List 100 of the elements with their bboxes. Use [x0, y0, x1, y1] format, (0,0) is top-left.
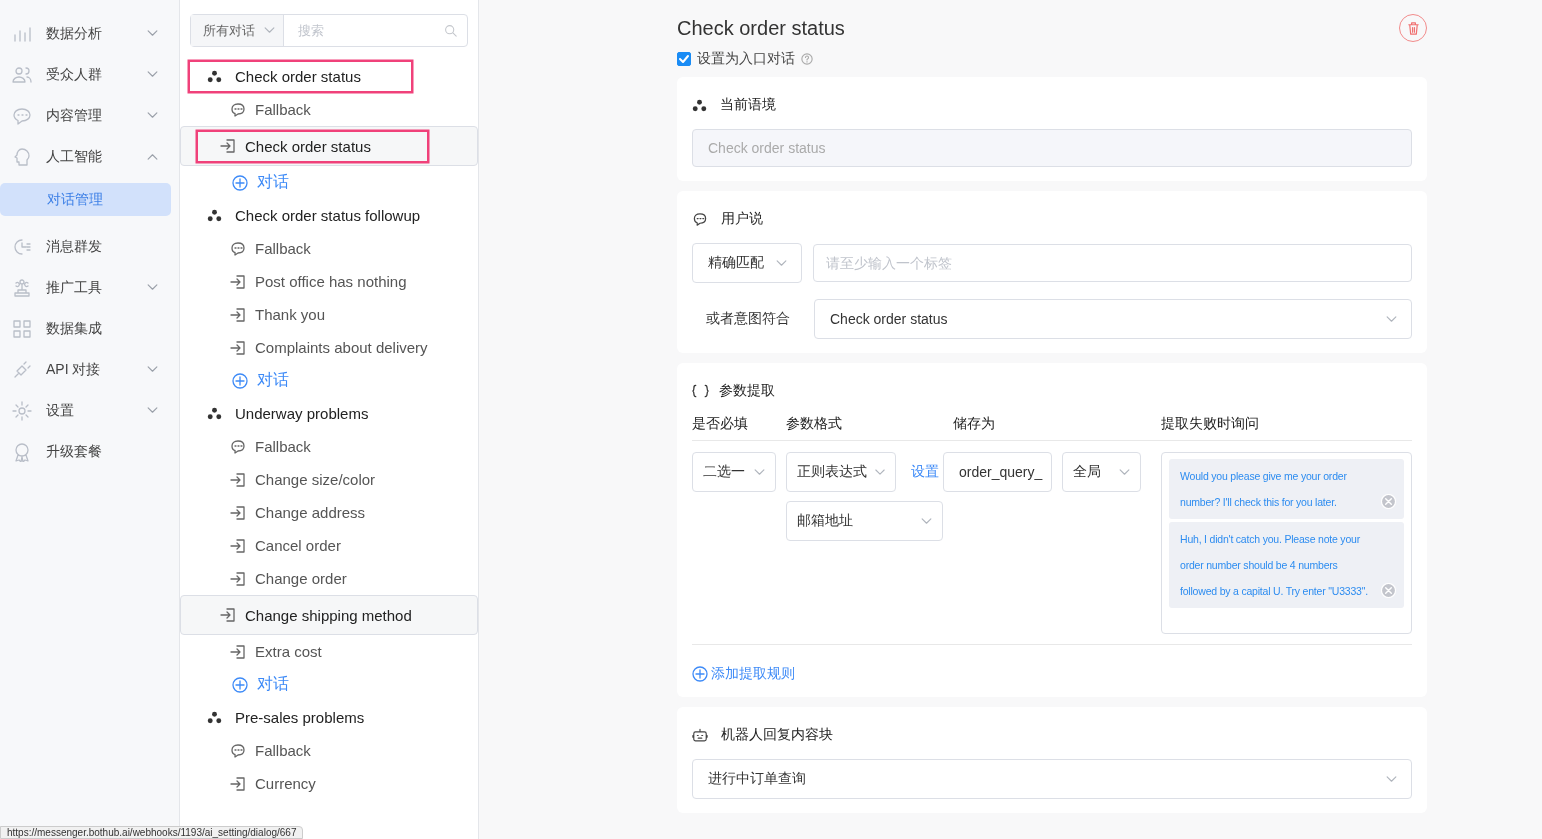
context-field: Check order status [692, 129, 1412, 167]
column-header: 储存为 [953, 415, 996, 433]
enter-icon [230, 471, 246, 488]
dialog-item[interactable]: Change size/color [206, 463, 439, 496]
scope-dropdown[interactable]: 全局 [1062, 452, 1141, 492]
chevron-icon [1386, 315, 1397, 323]
plug-icon [12, 359, 32, 380]
dots-icon [207, 70, 222, 83]
sidebar-item[interactable]: 内容管理 [0, 95, 172, 136]
enter-icon [220, 607, 236, 623]
enter-icon [230, 570, 246, 587]
chevron-icon [1386, 775, 1397, 783]
people-icon [12, 64, 32, 85]
dialog-item[interactable]: Change order [206, 562, 439, 595]
section-heading: 机器人回复内容块 [721, 726, 833, 744]
chat-icon [230, 742, 246, 759]
dots-icon [207, 711, 222, 724]
enter-icon [230, 306, 246, 323]
trash-icon [1405, 20, 1421, 36]
status-url: https://messenger.bothub.ai/webhooks/1193/ai_setting/dialog/667 [0, 826, 304, 839]
setup-link[interactable]: 设置 [911, 463, 939, 481]
add-dialog-link[interactable]: 对话 [228, 366, 293, 395]
dialog-item[interactable]: Extra cost [206, 635, 439, 668]
sidebar-item[interactable]: API 对接 [0, 349, 172, 390]
dialog-group[interactable]: Pre-sales problems [188, 701, 413, 734]
enter-icon [230, 537, 246, 554]
chevron-icon [1119, 468, 1130, 476]
format-option-dropdown[interactable]: 邮箱地址 [786, 501, 943, 541]
sidebar-item[interactable]: 升级套餐 [0, 431, 172, 472]
plus-circle-icon [692, 666, 708, 682]
remove-icon[interactable] [1381, 494, 1396, 509]
dialog-item[interactable]: Currency [206, 767, 439, 800]
dialog-item[interactable]: Thank you [206, 298, 439, 331]
scope-dropdown[interactable]: 所有对话 [191, 15, 284, 46]
entry-checkbox[interactable] [677, 52, 691, 66]
sidebar-item[interactable]: 受众人群 [0, 54, 172, 95]
plus-circle-icon [232, 676, 248, 693]
dialog-item[interactable]: Fallback [206, 232, 439, 265]
tag-field[interactable]: 请至少输入一个标签 [813, 244, 1412, 282]
chat-icon [12, 105, 32, 126]
sidebar-item[interactable]: 数据集成 [0, 308, 172, 349]
grid-icon [12, 318, 32, 339]
column-header: 是否必填 [692, 415, 749, 433]
reply-block-dropdown[interactable]: 进行中订单查询 [692, 759, 1412, 799]
required-dropdown[interactable]: 二选一 [692, 452, 776, 492]
enter-icon [230, 643, 246, 660]
column-header: 参数格式 [786, 415, 843, 433]
remove-icon[interactable] [1381, 583, 1396, 598]
dots-icon [207, 407, 222, 420]
tools-icon [12, 277, 32, 298]
sidebar-item[interactable]: 设置 [0, 390, 172, 431]
chevron-icon [875, 468, 885, 476]
dots-icon [692, 98, 707, 112]
enter-icon [230, 339, 246, 356]
add-dialog-link[interactable]: 对话 [228, 168, 293, 197]
braces-icon [692, 384, 709, 398]
chat-icon [230, 101, 246, 118]
chat-icon [230, 438, 246, 455]
dialog-item[interactable]: Fallback [206, 734, 439, 767]
format-dropdown[interactable]: 正则表达式 [786, 452, 896, 492]
dots-icon [207, 209, 222, 222]
sidebar-item[interactable]: 消息群发 [0, 226, 172, 267]
chat-icon [692, 211, 708, 227]
dialog-item[interactable]: Change address [206, 496, 439, 529]
chevron-icon [776, 259, 787, 267]
intent-label: 或者意图符合 [704, 310, 791, 328]
prompt-text: Would you please give me your order number? I'll check this for you later. [1180, 469, 1348, 510]
dialog-item[interactable]: Check order status [196, 129, 429, 163]
dialog-item[interactable]: Post office has nothing [206, 265, 439, 298]
award-icon [12, 441, 32, 462]
chevron-icon [921, 517, 932, 525]
sidebar-item[interactable]: 推广工具 [0, 267, 172, 308]
dialog-group[interactable]: Check order status [188, 60, 413, 93]
dialog-item[interactable]: Cancel order [206, 529, 439, 562]
section-heading: 参数提取 [719, 382, 775, 400]
section-heading: 用户说 [721, 210, 763, 228]
enter-icon [230, 775, 246, 792]
chevron-icon [264, 27, 275, 34]
intent-dropdown[interactable]: Check order status [814, 299, 1412, 339]
dialog-group[interactable]: Check order status followup [188, 199, 443, 232]
enter-icon [220, 138, 236, 154]
sidebar-item[interactable]: 人工智能 [0, 136, 172, 177]
column-header: 提取失败时询问 [1161, 415, 1260, 433]
dialog-item[interactable]: Fallback [206, 430, 439, 463]
dialog-item[interactable]: Fallback [206, 93, 439, 126]
sidebar-item[interactable]: 数据分析 [0, 13, 172, 54]
dialog-item[interactable]: Complaints about delivery [206, 331, 439, 364]
store-as-field[interactable]: order_query_ [943, 452, 1052, 492]
search-icon [444, 24, 457, 37]
prompt-text: Huh, I didn't catch you. Please note your order number should be 4 numbers followed by a capital U. Try enter "U3333". [1180, 532, 1369, 599]
clock-icon [12, 236, 32, 257]
add-rule-link[interactable]: 添加提取规则 [692, 665, 795, 683]
dialog-group[interactable]: Underway problems [188, 397, 413, 430]
gear-icon [12, 400, 32, 421]
robot-icon [692, 727, 708, 743]
plus-circle-icon [232, 174, 248, 191]
dialog-title: Check order status [677, 16, 845, 40]
add-dialog-link[interactable]: 对话 [228, 670, 293, 699]
help-icon[interactable] [801, 53, 813, 65]
match-mode-dropdown[interactable]: 精确匹配 [692, 243, 802, 283]
